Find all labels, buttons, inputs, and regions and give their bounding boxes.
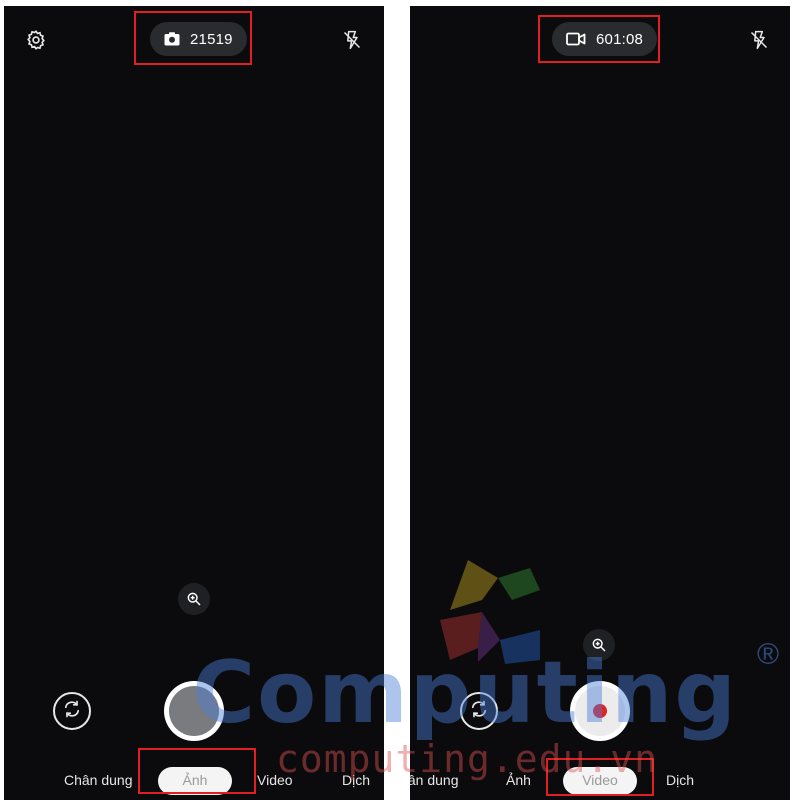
mode-video[interactable]: Video [563, 767, 637, 795]
video-camera-icon [566, 32, 586, 46]
flash-off-icon[interactable] [336, 24, 368, 56]
mode-portrait[interactable]: Chân dung [64, 772, 133, 788]
zoom-in-icon[interactable] [583, 629, 615, 661]
shutter-inner [169, 686, 219, 736]
mode-selector: Chân dung Ảnh Video Dịch [410, 765, 790, 797]
record-button[interactable] [570, 681, 630, 741]
video-time-value: 601:08 [596, 30, 644, 48]
mode-photo[interactable]: Ảnh [506, 772, 531, 788]
mode-translate[interactable]: Dịch [342, 772, 370, 788]
mode-photo[interactable]: Ảnh [158, 767, 232, 795]
shutter-button[interactable] [164, 681, 224, 741]
mode-portrait[interactable]: Chân dung [410, 772, 459, 788]
flash-off-icon[interactable] [743, 24, 775, 56]
mode-translate[interactable]: Dịch [666, 772, 694, 788]
zoom-in-icon[interactable] [178, 583, 210, 615]
switch-camera-button[interactable] [53, 692, 91, 730]
switch-camera-icon [469, 699, 489, 724]
video-time-pill: 601:08 [552, 22, 658, 56]
camera-icon [164, 32, 180, 46]
mode-video[interactable]: Video [257, 772, 293, 788]
record-inner [575, 686, 625, 736]
photo-counter-pill: 21519 [150, 22, 247, 56]
photo-mode-screen: 21519 Chân dung Ảnh Video Dịch [4, 6, 384, 800]
photo-counter-value: 21519 [190, 30, 233, 48]
switch-camera-button[interactable] [460, 692, 498, 730]
mode-selector: Chân dung Ảnh Video Dịch [4, 765, 384, 797]
switch-camera-icon [62, 699, 82, 724]
video-mode-screen: 601:08 Chân dung Ả [410, 6, 790, 800]
gear-icon[interactable] [20, 24, 52, 56]
record-dot [593, 704, 607, 718]
